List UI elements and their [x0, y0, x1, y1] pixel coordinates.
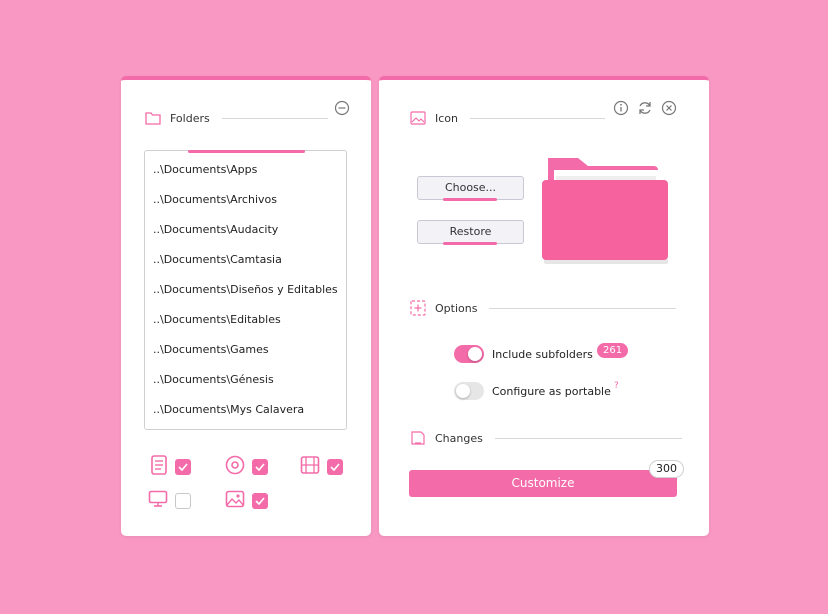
options-title: Options [435, 301, 478, 315]
changes-title: Changes [435, 431, 483, 445]
list-item[interactable]: ..\Documents\Archivos [145, 185, 346, 215]
filter-video[interactable] [300, 455, 343, 479]
collapse-icon[interactable] [334, 100, 350, 116]
portable-toggle[interactable] [454, 382, 484, 400]
filter-executables[interactable] [148, 490, 191, 512]
options-header: Options [409, 298, 677, 318]
images-checkbox[interactable] [252, 493, 268, 509]
filter-images[interactable] [225, 490, 268, 512]
info-icon[interactable] [613, 100, 629, 116]
image-icon [225, 490, 245, 512]
list-item[interactable]: ..\Documents\Diseños y Editables [145, 275, 346, 305]
include-subfolders-toggle[interactable] [454, 345, 484, 363]
header-divider [221, 117, 328, 119]
toggle-knob [456, 384, 470, 398]
filter-documents[interactable] [150, 455, 191, 479]
changes-count-badge: 300 [649, 460, 684, 478]
list-item[interactable]: ..\Documents\Editables [145, 305, 346, 335]
toggle-knob [468, 347, 482, 361]
restore-button[interactable]: Restore [417, 220, 524, 244]
list-item[interactable]: ..\Documents\Apps [145, 155, 346, 185]
icon-header: Icon [409, 108, 605, 128]
portable-label: Configure as portable [492, 385, 611, 398]
choose-button[interactable]: Choose... [417, 176, 524, 200]
help-icon[interactable]: ? [614, 381, 619, 391]
list-accent-bar [188, 150, 305, 153]
refresh-icon[interactable] [637, 100, 653, 116]
icon-panel: Icon Choose... Restore Options Include s… [379, 76, 709, 536]
list-item[interactable]: ..\Documents\Génesis [145, 365, 346, 395]
icon-title: Icon [435, 111, 458, 125]
film-icon [300, 455, 320, 479]
monitor-icon [148, 490, 168, 512]
folder-list[interactable]: ..\Documents\Apps ..\Documents\Archivos … [144, 150, 347, 430]
disc-icon [225, 455, 245, 479]
video-checkbox[interactable] [327, 459, 343, 475]
document-icon [150, 455, 168, 479]
folder-preview-icon [542, 154, 668, 276]
documents-checkbox[interactable] [175, 459, 191, 475]
save-icon [409, 429, 427, 447]
image-icon [409, 109, 427, 127]
add-box-icon [409, 299, 427, 317]
folders-title: Folders [170, 111, 210, 125]
changes-divider [494, 437, 682, 439]
choose-accent [443, 198, 497, 201]
restore-accent [443, 242, 497, 245]
subfolder-count-badge: 261 [597, 343, 629, 358]
list-item[interactable]: ..\Documents\Camtasia [145, 245, 346, 275]
folder-icon [144, 109, 162, 127]
options-divider [489, 307, 677, 309]
filter-audio[interactable] [225, 455, 268, 479]
folders-header: Folders [144, 108, 328, 128]
header-divider [470, 117, 605, 119]
folders-panel: Folders ..\Documents\Apps ..\Documents\A… [121, 76, 371, 536]
list-item[interactable]: ..\Documents\Mys Calavera [145, 395, 346, 425]
audio-checkbox[interactable] [252, 459, 268, 475]
executables-checkbox[interactable] [175, 493, 191, 509]
changes-header: Changes [409, 428, 682, 448]
list-item[interactable]: ..\Documents\Audacity [145, 215, 346, 245]
customize-button[interactable]: Customize [409, 470, 677, 497]
list-item[interactable]: ..\Documents\Games [145, 335, 346, 365]
include-subfolders-label: Include subfolders [492, 348, 593, 361]
close-icon[interactable] [661, 100, 677, 116]
